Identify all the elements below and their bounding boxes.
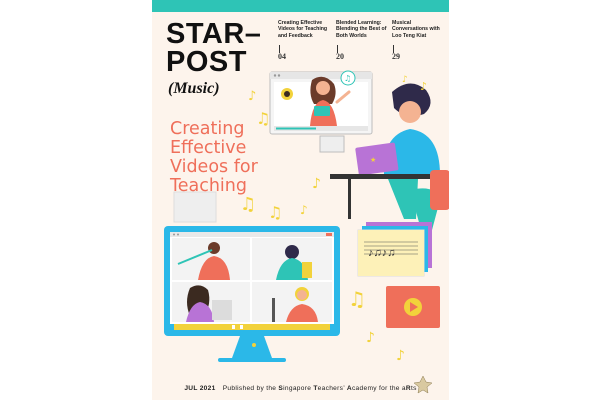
svg-text:★: ★ bbox=[370, 156, 376, 164]
svg-text:♪: ♪ bbox=[420, 80, 427, 93]
svg-text:♫: ♫ bbox=[344, 74, 351, 83]
toc-item-title: Musical Conversations with Loo Teng Kiat bbox=[392, 20, 440, 39]
desktop-monitor bbox=[164, 226, 340, 362]
toc-item-2[interactable]: Blended Learning: Blending the Best of B… bbox=[336, 20, 390, 61]
toc-item-title: Creating Effective Videos for Teaching a… bbox=[278, 20, 328, 39]
publisher-part: cademy for the a bbox=[351, 385, 406, 392]
svg-text:♪: ♪ bbox=[402, 75, 408, 85]
svg-text:♫: ♫ bbox=[240, 194, 256, 215]
publisher-prefix: Published by the bbox=[222, 385, 277, 392]
publisher-part: ingapore bbox=[283, 385, 312, 392]
toc-page-number: 29 bbox=[392, 52, 400, 61]
svg-text:♪: ♪ bbox=[366, 330, 375, 346]
svg-text:♫: ♫ bbox=[348, 287, 366, 311]
publisher-part: ts bbox=[410, 385, 417, 392]
masthead-line-2: POST bbox=[166, 46, 247, 78]
magazine-cover: ♫ ★ ♪♫♪♫ ♪ ♫ ♪ ♫ ♫ ♪ ♫ ♪ ♪ ♪ ♪ STAR– POS… bbox=[152, 0, 449, 400]
svg-text:♫: ♫ bbox=[268, 203, 282, 222]
cover-footer: JUL 2021 Published by the Singapore Teac… bbox=[152, 385, 449, 392]
svg-text:♪: ♪ bbox=[396, 348, 405, 364]
masthead-title: STAR– POST bbox=[166, 18, 262, 78]
toc-item-1[interactable]: Creating Effective Videos for Teaching a… bbox=[278, 20, 332, 61]
toc-item-title: Blended Learning: Blending the Best of B… bbox=[336, 20, 387, 39]
masthead-line-1: STAR– bbox=[166, 18, 262, 50]
issue-date: JUL 2021 bbox=[184, 385, 216, 392]
toc-page-number: 20 bbox=[336, 52, 344, 61]
svg-text:♪: ♪ bbox=[300, 203, 308, 217]
publisher-part: eachers’ bbox=[317, 385, 345, 392]
toc-item-3[interactable]: Musical Conversations with Loo Teng Kiat… bbox=[392, 20, 446, 61]
sheet-music-cards: ♪♫♪♫ bbox=[357, 222, 432, 277]
svg-text:♪♫♪♫: ♪♫♪♫ bbox=[368, 247, 396, 259]
cover-headline: Creating Effective Videos for Teaching bbox=[170, 119, 258, 196]
toc-page-number: 04 bbox=[278, 52, 286, 61]
play-video-card bbox=[386, 286, 440, 328]
masthead-subtitle: (Music) bbox=[168, 80, 220, 97]
svg-text:♪: ♪ bbox=[312, 176, 321, 192]
svg-text:♪: ♪ bbox=[248, 89, 256, 104]
